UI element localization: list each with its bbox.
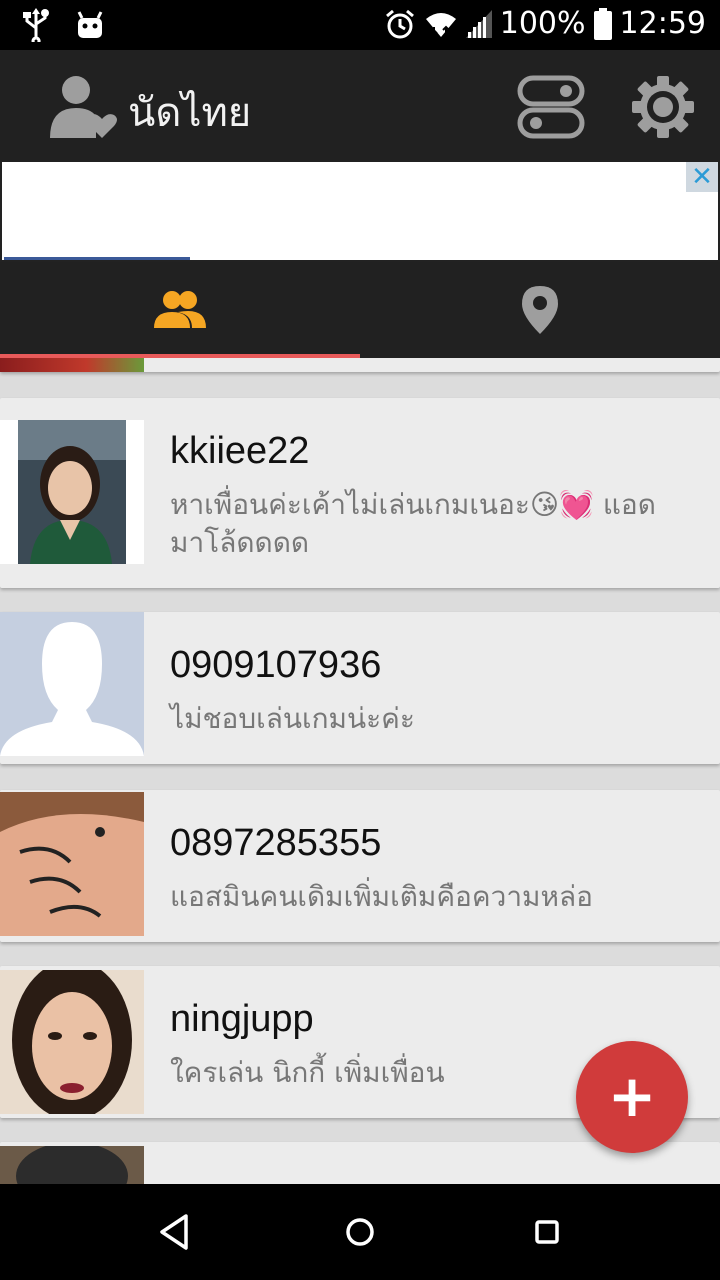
app-title: นัดไทย	[128, 90, 252, 136]
list-item[interactable]: kkiiee22 หาเพื่อนค่ะเค้าไม่เล่นเกมเนอะ😘💓…	[0, 398, 720, 588]
clock-time: 12:59	[619, 6, 706, 41]
list-item[interactable]: 0909107936 ไม่ชอบเล่นเกมน่ะค่ะ	[0, 612, 720, 764]
avatar	[0, 792, 144, 936]
contact-name: 0909107936	[170, 644, 382, 686]
toggle-icon[interactable]	[516, 74, 586, 140]
battery-icon	[593, 7, 612, 40]
app-bar: นัดไทย	[0, 50, 720, 162]
contact-message: ไม่ชอบเล่นเกมน่ะค่ะ	[170, 702, 415, 735]
alarm-icon	[385, 9, 414, 38]
home-icon[interactable]	[340, 1212, 380, 1252]
gear-icon[interactable]	[630, 74, 696, 140]
ad-banner[interactable]: ✕	[0, 162, 720, 262]
ad-progress-bar	[4, 257, 190, 260]
android-icon	[77, 11, 103, 38]
tab-friends[interactable]	[0, 262, 360, 358]
people-icon	[154, 291, 206, 328]
avatar	[0, 358, 144, 372]
contact-name: kkiiee22	[170, 430, 310, 472]
contact-message: หาเพื่อนค่ะเค้าไม่เล่นเกมเนอะ😘💓 แอดมาโล้…	[170, 488, 656, 559]
recents-icon[interactable]	[527, 1212, 567, 1252]
list-item[interactable]	[0, 358, 720, 372]
battery-percent: 100%	[499, 6, 586, 41]
avatar	[0, 420, 144, 564]
contact-name: 0897285355	[170, 822, 382, 864]
wifi-icon	[425, 12, 456, 37]
tab-nearby[interactable]	[360, 262, 720, 358]
default-avatar-icon	[0, 622, 144, 756]
ad-close-button[interactable]: ✕	[686, 162, 718, 192]
avatar	[0, 1146, 144, 1184]
back-icon[interactable]	[156, 1212, 196, 1252]
navigation-bar	[0, 1184, 720, 1280]
tab-bar	[0, 262, 720, 358]
avatar	[0, 970, 144, 1114]
add-friend-button[interactable]: +	[576, 1041, 688, 1153]
contact-name: ningjupp	[170, 998, 314, 1040]
signal-icon	[465, 9, 492, 38]
user-heart-icon	[50, 76, 117, 138]
contact-message: แอสมินคนเดิมเพิ่มเติมคือความหล่อ	[170, 880, 593, 913]
status-bar: 100% 12:59	[0, 0, 720, 50]
list-item[interactable]: 0897285355 แอสมินคนเดิมเพิ่มเติมคือความห…	[0, 790, 720, 942]
usb-icon	[23, 8, 49, 42]
location-pin-icon	[522, 286, 558, 334]
avatar	[0, 612, 144, 756]
